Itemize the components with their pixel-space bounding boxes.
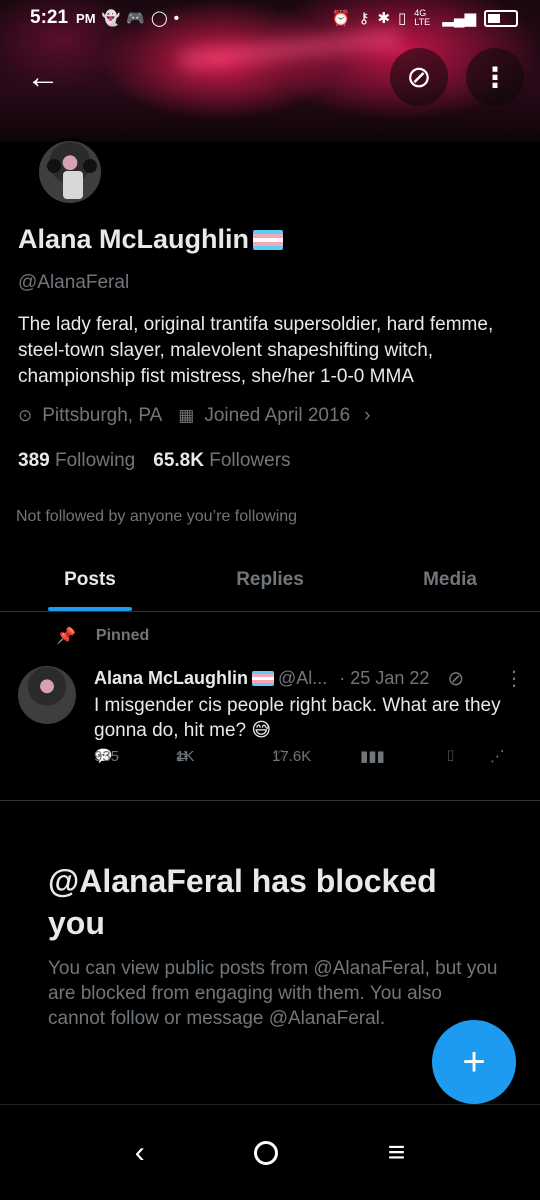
messenger-icon: ◯ xyxy=(150,10,168,27)
repost-count: 1K xyxy=(176,747,195,765)
nav-menu-icon[interactable]: ≡ xyxy=(388,1136,406,1170)
followers-link[interactable]: 65.8K Followers xyxy=(153,450,290,472)
following-count: 389 xyxy=(18,450,50,471)
alarm-icon: ⏰ xyxy=(331,10,351,27)
network-type: 4G LTE xyxy=(414,8,431,27)
pinned-label: Pinned xyxy=(95,627,150,644)
status-ampm: PM xyxy=(76,10,96,26)
post-handle[interactable]: @Al... xyxy=(278,668,327,689)
avatar-body xyxy=(63,171,83,199)
follow-stats: 389 Following 65.8K Followers xyxy=(18,450,291,472)
like-count: 17.6K xyxy=(272,747,312,765)
system-nav-bar: ‹ ≡ xyxy=(0,1105,540,1200)
following-link[interactable]: 389 Following xyxy=(18,450,135,472)
reply-count: 935 xyxy=(94,747,120,765)
post-date: · 25 Jan 22 xyxy=(339,668,430,688)
not-followed-notice: Not followed by anyone you’re following xyxy=(16,508,298,525)
profile-handle: @AlanaFeral xyxy=(18,272,130,293)
post-header: Alana McLaughlin @Al... · 25 Jan 22 ⊘ ⋮ xyxy=(94,666,524,691)
tab-replies[interactable]: Replies xyxy=(180,548,360,611)
location-icon: ⊙ xyxy=(18,406,33,425)
signal-icon: ▂▄▆ xyxy=(442,10,476,27)
vibrate-icon: ▯ xyxy=(398,10,407,27)
profile-name-text: Alana McLaughlin xyxy=(18,224,250,254)
nav-back-icon[interactable]: ‹ xyxy=(135,1136,145,1170)
nav-home-icon[interactable] xyxy=(254,1140,279,1165)
profile-location: Pittsburgh, PA xyxy=(42,405,163,426)
avatar-glove-right xyxy=(83,159,97,173)
blocked-description: You can view public posts from @AlanaFer… xyxy=(48,958,498,1029)
trans-flag-icon xyxy=(253,229,284,250)
compose-plus-icon[interactable]: + xyxy=(432,1020,516,1104)
chevron-right-icon[interactable]: › xyxy=(364,405,370,427)
tab-media[interactable]: Media xyxy=(360,548,540,611)
post-actions: 💬 935 ⇄ 1K ♡ 17.6K ▮▮▮ ⌷ ⋰ xyxy=(94,748,516,782)
notification-dot-icon: • xyxy=(173,9,179,27)
following-label: Following xyxy=(54,450,136,471)
more-vertical-icon[interactable]: ⋮ xyxy=(504,666,524,691)
profile-meta: ⊙ Pittsburgh, PA ▦ Joined April 2016 › xyxy=(18,405,370,427)
discord-icon: 🎮 xyxy=(126,10,145,27)
pinned-indicator: 📌 Pinned xyxy=(56,626,149,646)
profile-tabs: Posts Replies Media xyxy=(0,548,540,612)
profile-name: Alana McLaughlin xyxy=(18,224,284,255)
share-icon: ⋰ xyxy=(490,748,505,765)
post-avatar[interactable] xyxy=(18,666,76,724)
blocked-title: @AlanaFeral has blocked you xyxy=(48,863,437,941)
bookmark-icon: ⌷ xyxy=(446,747,456,765)
avatar-glove-left xyxy=(47,159,61,173)
section-divider xyxy=(0,800,540,801)
status-bar: 5:21 PM 👻 🎮 ◯ • ⏰ ⚷ ✱ ▯ 4G LTE ▂▄▆ xyxy=(0,0,540,36)
trans-flag-icon xyxy=(252,671,275,686)
bluetooth-icon: ✱ xyxy=(377,10,391,27)
status-time: 5:21 xyxy=(30,7,69,28)
grok-icon[interactable]: ⊘ xyxy=(390,48,448,106)
followers-label: Followers xyxy=(209,450,291,471)
status-right: ⏰ ⚷ ✱ ▯ 4G LTE ▂▄▆ xyxy=(332,9,518,27)
profile-bio: The lady feral, original trantifa supers… xyxy=(18,314,494,387)
calendar-icon: ▦ xyxy=(178,406,195,425)
pin-icon: 📌 xyxy=(56,628,76,645)
post-text[interactable]: I misgender cis people right back. What … xyxy=(94,693,524,743)
profile-avatar[interactable] xyxy=(36,138,104,206)
profile-joined: Joined April 2016 xyxy=(204,405,351,426)
grok-icon[interactable]: ⊘ xyxy=(447,666,464,691)
more-vertical-icon[interactable]: ⋮ xyxy=(466,48,524,106)
battery-icon xyxy=(484,9,518,27)
status-left: 5:21 PM 👻 🎮 ◯ • xyxy=(30,7,179,29)
post-author[interactable]: Alana McLaughlin xyxy=(94,668,248,689)
views-icon: ▮▮▮ xyxy=(360,748,385,765)
back-arrow-icon[interactable]: ← xyxy=(14,48,72,106)
followers-count: 65.8K xyxy=(153,450,204,471)
tab-posts[interactable]: Posts xyxy=(0,548,180,611)
key-icon: ⚷ xyxy=(358,10,370,27)
snapchat-icon: 👻 xyxy=(101,10,121,27)
